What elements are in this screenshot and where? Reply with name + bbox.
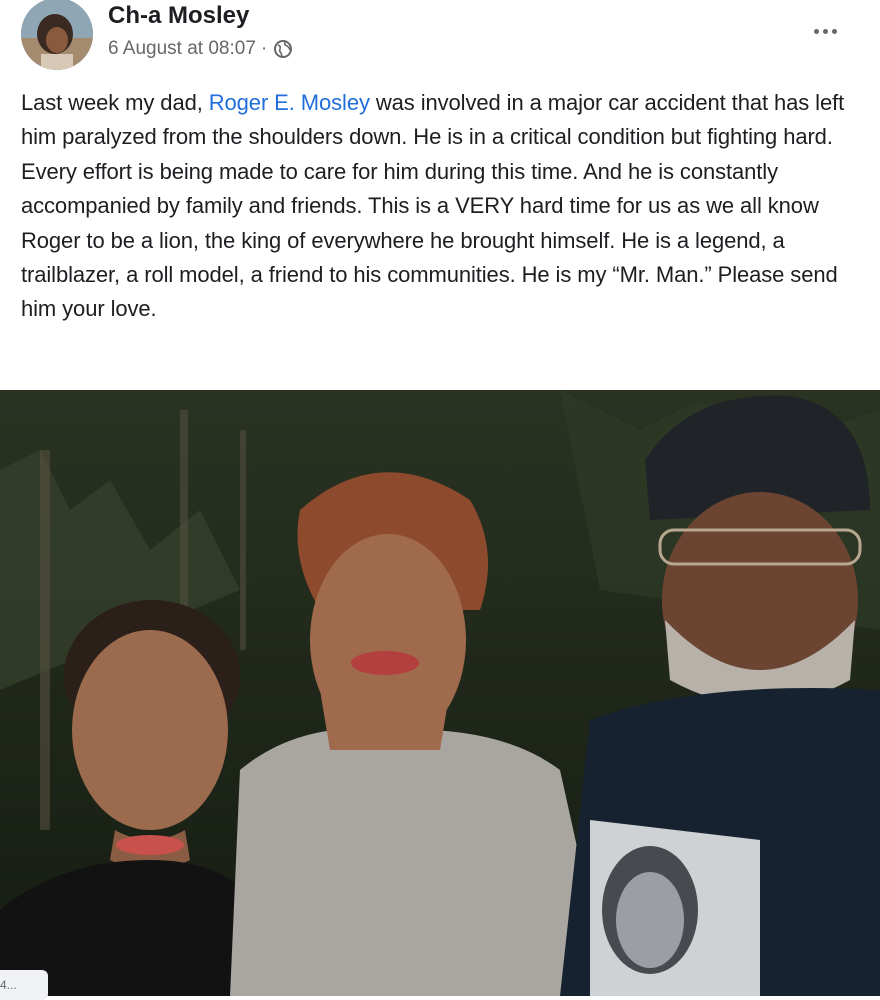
author-name[interactable]: Ch-a Mosley <box>108 2 249 30</box>
post-photo[interactable] <box>0 390 880 996</box>
avatar-image <box>21 0 93 70</box>
post-text-start: Last week my dad, <box>21 90 209 115</box>
post-text: Last week my dad, Roger E. Mosley was in… <box>21 86 871 327</box>
author-avatar[interactable] <box>21 0 93 70</box>
mention-link[interactable]: Roger E. Mosley <box>209 90 370 115</box>
post-meta: 6 August at 08:07 · <box>108 38 293 60</box>
post-header: Ch-a Mosley 6 August at 08:07 · <box>0 0 880 80</box>
photo-image <box>0 390 880 996</box>
more-options-icon[interactable] <box>800 14 850 48</box>
meta-separator: · <box>260 38 268 59</box>
post-timestamp[interactable]: 6 August at 08:07 <box>108 38 256 60</box>
post-text-end: was involved in a major car accident tha… <box>21 90 845 322</box>
globe-icon[interactable] <box>273 39 293 59</box>
facebook-post: Ch-a Mosley 6 August at 08:07 · Last wee… <box>0 0 880 1000</box>
